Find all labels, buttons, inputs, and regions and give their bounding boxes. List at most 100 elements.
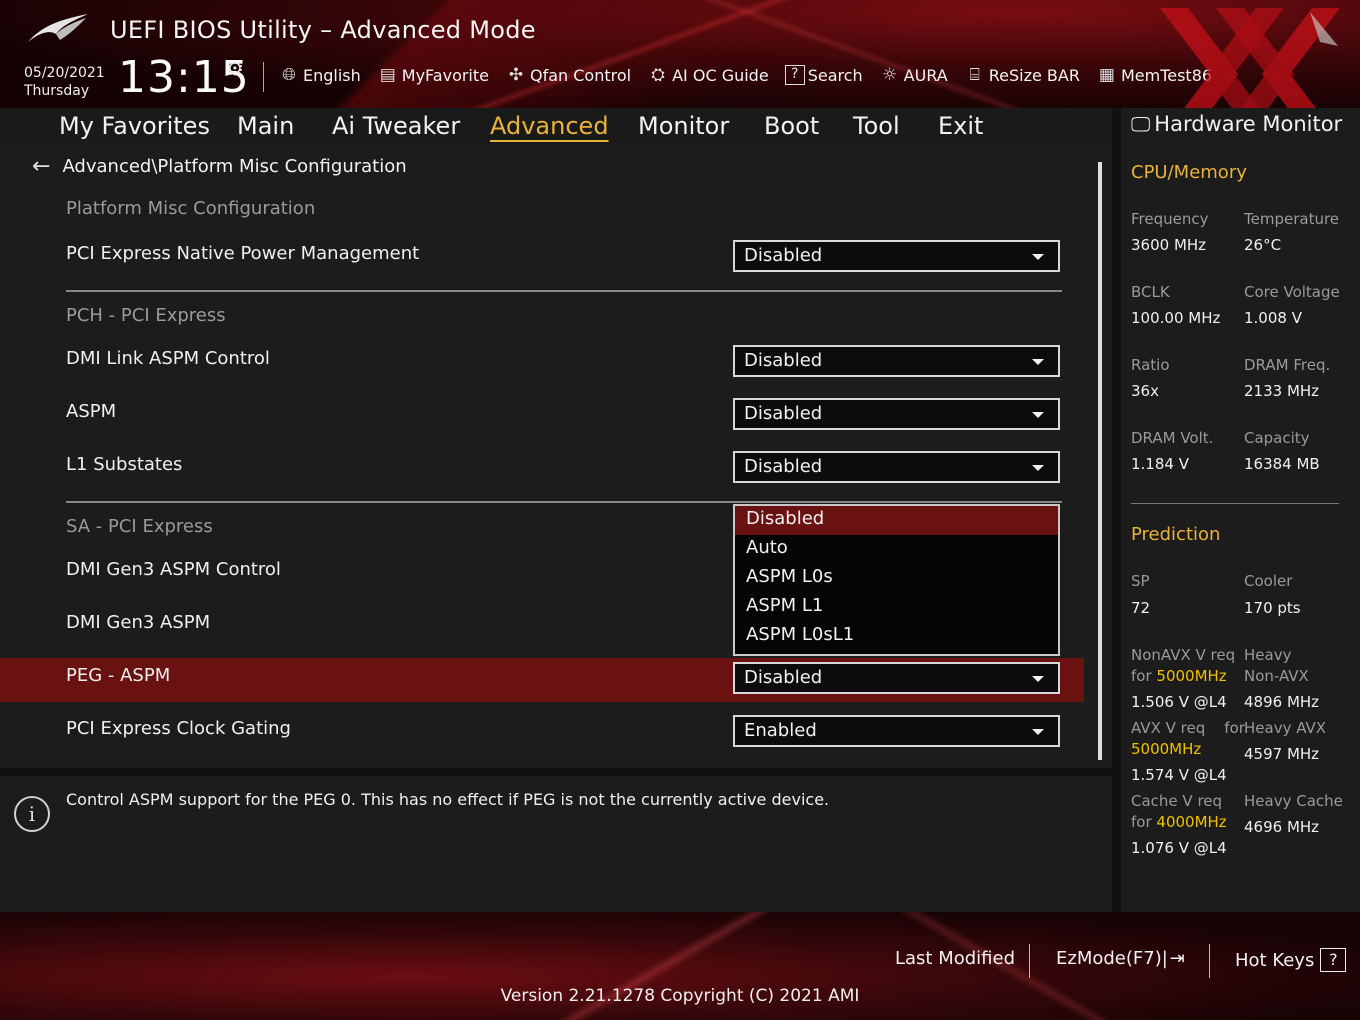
search-button[interactable]: ? Search	[784, 65, 863, 85]
info-icon: i	[14, 796, 50, 832]
aura-light-icon: ☼	[882, 65, 898, 85]
ezmode-button[interactable]: EzMode(F7)| ⇥	[1056, 948, 1185, 969]
option-auto[interactable]: Auto	[735, 535, 1058, 564]
tab-exit[interactable]: Exit	[938, 112, 983, 140]
frequency-value: 3600 MHz	[1131, 236, 1207, 254]
cooler-label: Cooler	[1244, 572, 1293, 590]
aura-button[interactable]: ☼ AURA	[879, 65, 948, 85]
language-label: English	[303, 65, 361, 85]
cache-req-line2: for 4000MHz	[1131, 812, 1227, 833]
settings-scrollbar[interactable]	[1098, 162, 1102, 760]
setting-label-dmi-link-aspm: DMI Link ASPM Control	[66, 348, 270, 369]
pcie-clock-gating-dropdown[interactable]: Enabled	[733, 715, 1060, 747]
cache-req-label: Cache V req for 4000MHz	[1131, 791, 1227, 833]
chevron-down-icon	[1032, 412, 1044, 418]
heavy-cache-value: 4696 MHz	[1244, 818, 1320, 836]
chevron-down-icon	[1032, 729, 1044, 735]
option-aspm-l0sl1[interactable]: ASPM L0sL1	[735, 622, 1058, 651]
option-aspm-l0s[interactable]: ASPM L0s	[735, 564, 1058, 593]
heavy-cache-label: Heavy Cache	[1244, 792, 1343, 810]
language-button[interactable]: 🌐︎ English	[278, 65, 361, 85]
heavy-nonavx-value: 4896 MHz	[1244, 693, 1320, 711]
header-divider	[263, 62, 264, 92]
setting-label-peg-aspm: PEG - ASPM	[66, 665, 171, 686]
cpu-memory-heading: CPU/Memory	[1131, 162, 1247, 183]
chevron-down-icon	[1032, 465, 1044, 471]
main-menu-bar: My Favorites Main Ai Tweaker Advanced Mo…	[0, 108, 1112, 148]
app-title: UEFI BIOS Utility – Advanced Mode	[110, 16, 536, 44]
resize-bar-label: ReSize BAR	[988, 65, 1080, 85]
capacity-label: Capacity	[1244, 429, 1310, 447]
breadcrumb-path: Advanced\Platform Misc Configuration	[62, 156, 407, 177]
dropdown-value: Disabled	[744, 667, 823, 688]
tab-boot[interactable]: Boot	[764, 112, 819, 140]
setting-label-dmi-gen3-aspm: DMI Gen3 ASPM	[66, 612, 211, 633]
aspm-dropdown[interactable]: Disabled	[733, 398, 1060, 430]
temperature-label: Temperature	[1244, 210, 1340, 228]
help-question-icon: ?	[1320, 948, 1347, 972]
core-voltage-label: Core Voltage	[1244, 283, 1340, 301]
monitor-display-icon: 🖵︎	[1131, 112, 1151, 136]
resize-bar-icon: ⌸	[969, 65, 980, 85]
heavy-nonavx-line1: Heavy	[1244, 646, 1292, 664]
section-title-sa: SA - PCI Express	[66, 516, 213, 537]
myfavorite-button[interactable]: ▤ MyFavorite	[377, 65, 489, 85]
footer-divider	[1029, 944, 1030, 978]
avx-freq: 5000MHz	[1131, 740, 1202, 758]
bclk-label: BCLK	[1131, 283, 1170, 301]
heavy-nonavx-label: Heavy Non-AVX	[1244, 645, 1309, 687]
back-arrow-icon[interactable]: ←	[32, 154, 50, 179]
ai-chip-icon: ⛭	[651, 65, 665, 85]
globe-icon: 🌐︎	[282, 65, 296, 85]
option-disabled[interactable]: Disabled	[735, 506, 1058, 535]
peg-aspm-dropdown[interactable]: Disabled	[733, 662, 1060, 694]
section-title-platform: Platform Misc Configuration	[66, 198, 316, 219]
tab-main[interactable]: Main	[237, 112, 294, 140]
header-toolbar: 🌐︎ English ▤ MyFavorite ✣ Qfan Control ⛭…	[278, 62, 1228, 88]
ratio-label: Ratio	[1131, 356, 1170, 374]
ai-oc-guide-button[interactable]: ⛭ AI OC Guide	[647, 65, 769, 85]
l1-substates-dropdown[interactable]: Disabled	[733, 451, 1060, 483]
dram-freq-value: 2133 MHz	[1244, 382, 1320, 400]
ai-oc-guide-label: AI OC Guide	[672, 65, 769, 85]
bclk-value: 100.00 MHz	[1131, 309, 1221, 327]
peg-aspm-options-list: Disabled Auto ASPM L0s ASPM L1 ASPM L0sL…	[733, 504, 1060, 656]
nonavx-freq: 5000MHz	[1156, 667, 1227, 685]
dmi-link-aspm-dropdown[interactable]: Disabled	[733, 345, 1060, 377]
avx-req-label: AVX V req for 5000MHz	[1131, 718, 1245, 760]
hw-divider	[1131, 503, 1339, 504]
dropdown-value: Disabled	[744, 456, 823, 477]
qfan-control-label: Qfan Control	[530, 65, 632, 85]
core-voltage-value: 1.008 V	[1244, 309, 1302, 327]
hot-keys-button[interactable]: Hot Keys ?	[1235, 948, 1347, 972]
last-modified-button[interactable]: Last Modified	[895, 948, 1015, 969]
nonavx-req-label: NonAVX V req for 5000MHz	[1131, 645, 1235, 687]
clock-settings-gear-icon[interactable]: ⚙	[226, 56, 244, 80]
tab-ai-tweaker[interactable]: Ai Tweaker	[332, 112, 460, 140]
date-text: 05/20/2021	[24, 65, 105, 81]
tab-monitor[interactable]: Monitor	[638, 112, 729, 140]
day-text: Thursday	[24, 83, 90, 99]
heavy-nonavx-line2: Non-AVX	[1244, 667, 1309, 685]
tab-tool[interactable]: Tool	[853, 112, 900, 140]
resize-bar-button[interactable]: ⌸ ReSize BAR	[964, 65, 1080, 85]
tab-my-favorites[interactable]: My Favorites	[59, 112, 210, 140]
option-aspm-l1[interactable]: ASPM L1	[735, 593, 1058, 622]
section-divider	[66, 501, 1062, 503]
myfavorite-label: MyFavorite	[401, 65, 489, 85]
settings-panel: ← Advanced\Platform Misc Configuration P…	[0, 148, 1112, 768]
qfan-control-button[interactable]: ✣ Qfan Control	[505, 65, 631, 85]
ratio-value: 36x	[1131, 382, 1159, 400]
fan-icon: ✣	[508, 65, 524, 85]
footer-divider	[1209, 944, 1210, 978]
section-title-pch: PCH - PCI Express	[66, 305, 226, 326]
search-label: Search	[807, 65, 863, 85]
rog-logo-icon	[28, 14, 88, 42]
ezmode-label: EzMode(F7)|	[1056, 948, 1168, 969]
hardware-monitor-title: 🖵︎ Hardware Monitor	[1131, 112, 1342, 136]
dropdown-value: Disabled	[744, 245, 823, 266]
pcie-native-pm-dropdown[interactable]: Disabled	[733, 240, 1060, 272]
tab-advanced[interactable]: Advanced	[490, 112, 609, 140]
chevron-down-icon	[1032, 254, 1044, 260]
hardware-monitor-title-text: Hardware Monitor	[1154, 112, 1343, 136]
